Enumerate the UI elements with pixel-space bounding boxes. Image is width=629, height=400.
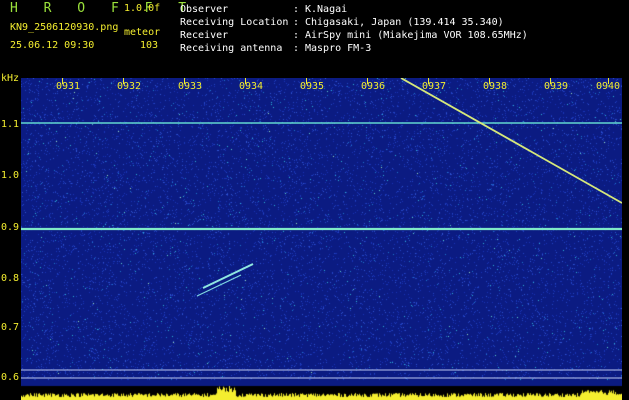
detection-count: 103 xyxy=(140,40,159,51)
time-label-0932: 0932 xyxy=(117,81,142,92)
freq-label-0.7: 0.7 xyxy=(1,322,20,333)
meteor-echo-1 xyxy=(202,263,254,289)
meteor-echo-2 xyxy=(196,274,242,297)
freq-label-1.0: 1.0 xyxy=(1,170,20,181)
time-label-0935: 0935 xyxy=(300,81,325,92)
frequency-unit-label: kHz xyxy=(1,73,20,84)
time-label-0934: 0934 xyxy=(239,81,264,92)
info-row-receiver: Receiver: AirSpy mini (Miakejima VOR 108.… xyxy=(180,30,528,41)
spectrogram-overlay xyxy=(21,78,622,379)
mode-label: meteor xyxy=(124,27,161,38)
app-version: 1.0.0f xyxy=(124,3,161,14)
time-label-0940: 0940 xyxy=(596,81,621,92)
capture-datetime: 25.06.12 09:30 xyxy=(10,40,95,51)
time-label-0939: 0939 xyxy=(544,81,569,92)
file-name: KN9_2506120930.png xyxy=(10,22,119,33)
time-label-0938: 0938 xyxy=(483,81,508,92)
info-row-location: Receiving Location: Chigasaki, Japan (139… xyxy=(180,17,504,28)
header-panel: H R O F F T 1.0.0f KN9_2506120930.png 25… xyxy=(0,0,629,78)
spectrogram xyxy=(21,78,622,400)
freq-label-0.6: 0.6 xyxy=(1,372,20,383)
info-row-antenna: Receiving antenna: Maspro FM-3 xyxy=(180,43,372,54)
app-title: H R O F F T xyxy=(10,1,196,16)
aircraft-doppler-trace xyxy=(400,78,622,204)
time-label-0933: 0933 xyxy=(178,81,203,92)
freq-label-1.1: 1.1 xyxy=(1,119,20,130)
freq-label-0.9: 0.9 xyxy=(1,222,20,233)
station-info: Observer: K.Nagai Receiving Location: Chig… xyxy=(180,3,528,55)
info-row-observer: Observer: K.Nagai xyxy=(180,4,348,15)
time-label-0931: 0931 xyxy=(56,81,81,92)
freq-label-0.8: 0.8 xyxy=(1,273,20,284)
right-border xyxy=(622,78,629,400)
time-label-0937: 0937 xyxy=(422,81,447,92)
time-label-0936: 0936 xyxy=(361,81,386,92)
